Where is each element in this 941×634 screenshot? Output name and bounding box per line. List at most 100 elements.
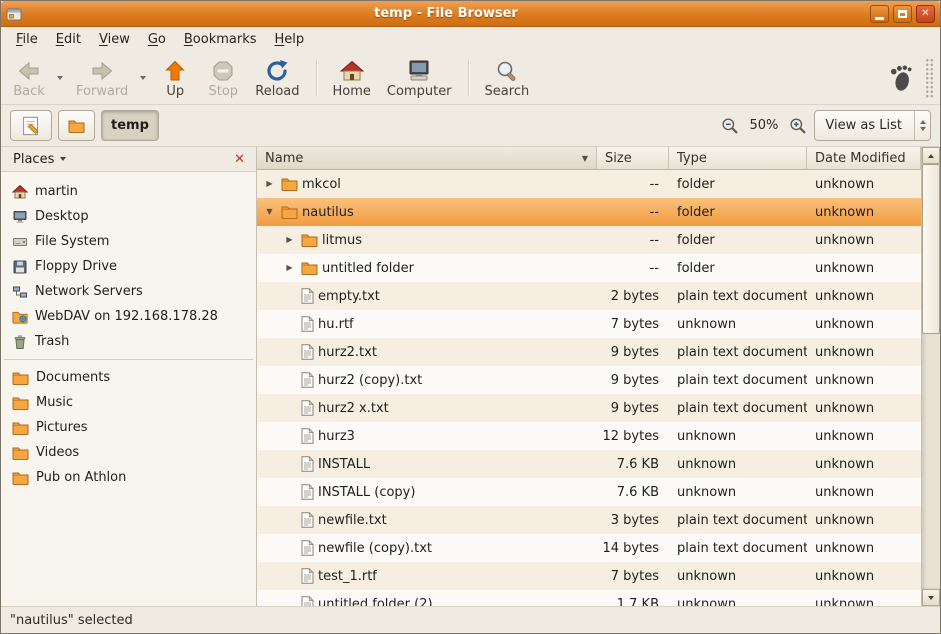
menu-file[interactable]: File [7, 29, 47, 50]
toggle-location-entry-button[interactable] [10, 110, 52, 141]
forward-history-dropdown[interactable] [136, 64, 149, 93]
menu-help[interactable]: Help [266, 29, 314, 50]
file-row-hu-rtf[interactable]: hu.rtf7 bytesunknownunknown [257, 310, 921, 338]
file-type: unknown [669, 562, 807, 590]
file-row-hurz2-txt[interactable]: hurz2.txt9 bytesplain text documentunkno… [257, 338, 921, 366]
file-row-newfile-txt[interactable]: newfile.txt3 bytesplain text documentunk… [257, 506, 921, 534]
expander-collapsed-icon[interactable]: ▶ [262, 180, 277, 188]
expander-collapsed-icon[interactable]: ▶ [282, 264, 297, 272]
file-size: -- [597, 170, 669, 198]
column-header-date-modified[interactable]: Date Modified [807, 147, 921, 170]
reload-icon [265, 59, 289, 83]
sidebar-item-martin[interactable]: martin [1, 179, 256, 204]
sidebar-item-floppy-drive[interactable]: Floppy Drive [1, 254, 256, 279]
zoom-out-button[interactable] [720, 116, 740, 136]
sidebar-item-file-system[interactable]: File System [1, 229, 256, 254]
file-row-test-1-rtf[interactable]: test_1.rtf7 bytesunknownunknown [257, 562, 921, 590]
sidebar-item-label: martin [35, 184, 78, 199]
menu-view[interactable]: View [90, 29, 139, 50]
folder-icon [281, 205, 298, 219]
file-row-untitled-folder[interactable]: ▶untitled folder--folderunknown [257, 254, 921, 282]
file-modified: unknown [807, 170, 921, 198]
maximize-button[interactable] [893, 5, 912, 23]
file-row-hurz2-copy-txt[interactable]: hurz2 (copy).txt9 bytesplain text docume… [257, 366, 921, 394]
file-row-mkcol[interactable]: ▶mkcol--folderunknown [257, 170, 921, 198]
folder-icon [12, 396, 29, 410]
file-row-hurz2-x-txt[interactable]: hurz2 x.txt9 bytesplain text documentunk… [257, 394, 921, 422]
reload-button-group: Reload [247, 54, 307, 102]
sidebar-close-button[interactable]: ✕ [231, 152, 248, 167]
sidebar-item-music[interactable]: Music [1, 390, 256, 415]
column-header-name[interactable]: Name▼ [257, 147, 597, 170]
menu-go[interactable]: Go [139, 29, 175, 50]
file-type: folder [669, 198, 807, 226]
menu-edit[interactable]: Edit [47, 29, 90, 50]
scroll-down-icon [928, 596, 934, 600]
file-type: plain text document [669, 338, 807, 366]
floppy-icon [12, 259, 28, 275]
file-row-hurz3[interactable]: hurz312 bytesunknownunknown [257, 422, 921, 450]
file-row-install[interactable]: INSTALL7.6 KBunknownunknown [257, 450, 921, 478]
file-modified: unknown [807, 198, 921, 226]
sidebar-item-pictures[interactable]: Pictures [1, 415, 256, 440]
back-button[interactable]: Back [5, 54, 53, 102]
expander-expanded-icon[interactable]: ▼ [262, 208, 277, 216]
file-size: 7.6 KB [597, 450, 669, 478]
back-history-dropdown[interactable] [53, 64, 66, 93]
sidebar-item-label: Network Servers [35, 284, 143, 299]
text-file-icon [301, 568, 314, 584]
view-mode-combo[interactable]: View as List [814, 110, 931, 141]
computer-button[interactable]: Computer [379, 54, 460, 102]
file-row-nautilus[interactable]: ▼nautilus--folderunknown [257, 198, 921, 226]
path-root-button[interactable] [58, 110, 95, 141]
file-row-install-copy[interactable]: INSTALL (copy)7.6 KBunknownunknown [257, 478, 921, 506]
toolbar-grip-handle[interactable] [924, 57, 933, 99]
close-button[interactable]: ✕ [916, 5, 935, 23]
scroll-up-button[interactable] [922, 147, 940, 164]
text-file-icon [301, 288, 314, 304]
file-name-cell: test_1.rtf [257, 562, 597, 590]
file-size: 7.6 KB [597, 478, 669, 506]
minimize-button[interactable] [870, 5, 889, 23]
stop-button[interactable]: Stop [199, 54, 247, 102]
file-name-cell: ▶ untitled folder [257, 254, 597, 282]
places-selector[interactable]: Places [9, 150, 70, 169]
file-row-newfile-copy-txt[interactable]: newfile (copy).txt14 bytesplain text doc… [257, 534, 921, 562]
menu-bookmarks[interactable]: Bookmarks [175, 29, 266, 50]
search-button[interactable]: Search [477, 54, 538, 102]
sidebar-item-documents[interactable]: Documents [1, 365, 256, 390]
forward-button[interactable]: Forward [68, 54, 136, 102]
home-button[interactable]: Home [325, 54, 379, 102]
column-header-type[interactable]: Type [669, 147, 807, 170]
expander-collapsed-icon[interactable]: ▶ [282, 236, 297, 244]
titlebar[interactable]: temp - File Browser ✕ [1, 1, 940, 27]
sidebar-item-webdav-on-192-168-178-28[interactable]: WebDAV on 192.168.178.28 [1, 304, 256, 329]
scrollbar-track[interactable] [922, 164, 940, 589]
zoom-in-button[interactable] [788, 116, 808, 136]
sidebar-item-pub-on-athlon[interactable]: Pub on Athlon [1, 465, 256, 490]
file-name-cell: INSTALL (copy) [257, 478, 597, 506]
sidebar-item-videos[interactable]: Videos [1, 440, 256, 465]
column-header-label: Size [605, 151, 632, 166]
file-size: -- [597, 198, 669, 226]
file-row-untitled-folder-2[interactable]: untitled folder (2)1.7 KBunknownunknown [257, 590, 921, 606]
vertical-scrollbar [921, 147, 940, 606]
sidebar-item-label: File System [35, 234, 109, 249]
up-button[interactable]: Up [151, 54, 199, 102]
file-row-empty-txt[interactable]: empty.txt2 bytesplain text documentunkno… [257, 282, 921, 310]
view-mode-label: View as List [815, 111, 914, 140]
sidebar-item-trash[interactable]: Trash [1, 329, 256, 354]
sidebar-item-desktop[interactable]: Desktop [1, 204, 256, 229]
zoom-level: 50% [746, 118, 783, 133]
sidebar-item-label: Pub on Athlon [36, 470, 126, 485]
statusbar: "nautilus" selected [1, 606, 940, 633]
file-type: plain text document [669, 534, 807, 562]
column-header-size[interactable]: Size [597, 147, 669, 170]
scroll-down-button[interactable] [922, 589, 940, 606]
file-row-litmus[interactable]: ▶litmus--folderunknown [257, 226, 921, 254]
sidebar-item-network-servers[interactable]: Network Servers [1, 279, 256, 304]
reload-button[interactable]: Reload [247, 54, 307, 102]
file-name: untitled folder [322, 261, 414, 276]
path-current-button[interactable]: temp [101, 110, 159, 141]
scrollbar-thumb[interactable] [922, 164, 940, 334]
